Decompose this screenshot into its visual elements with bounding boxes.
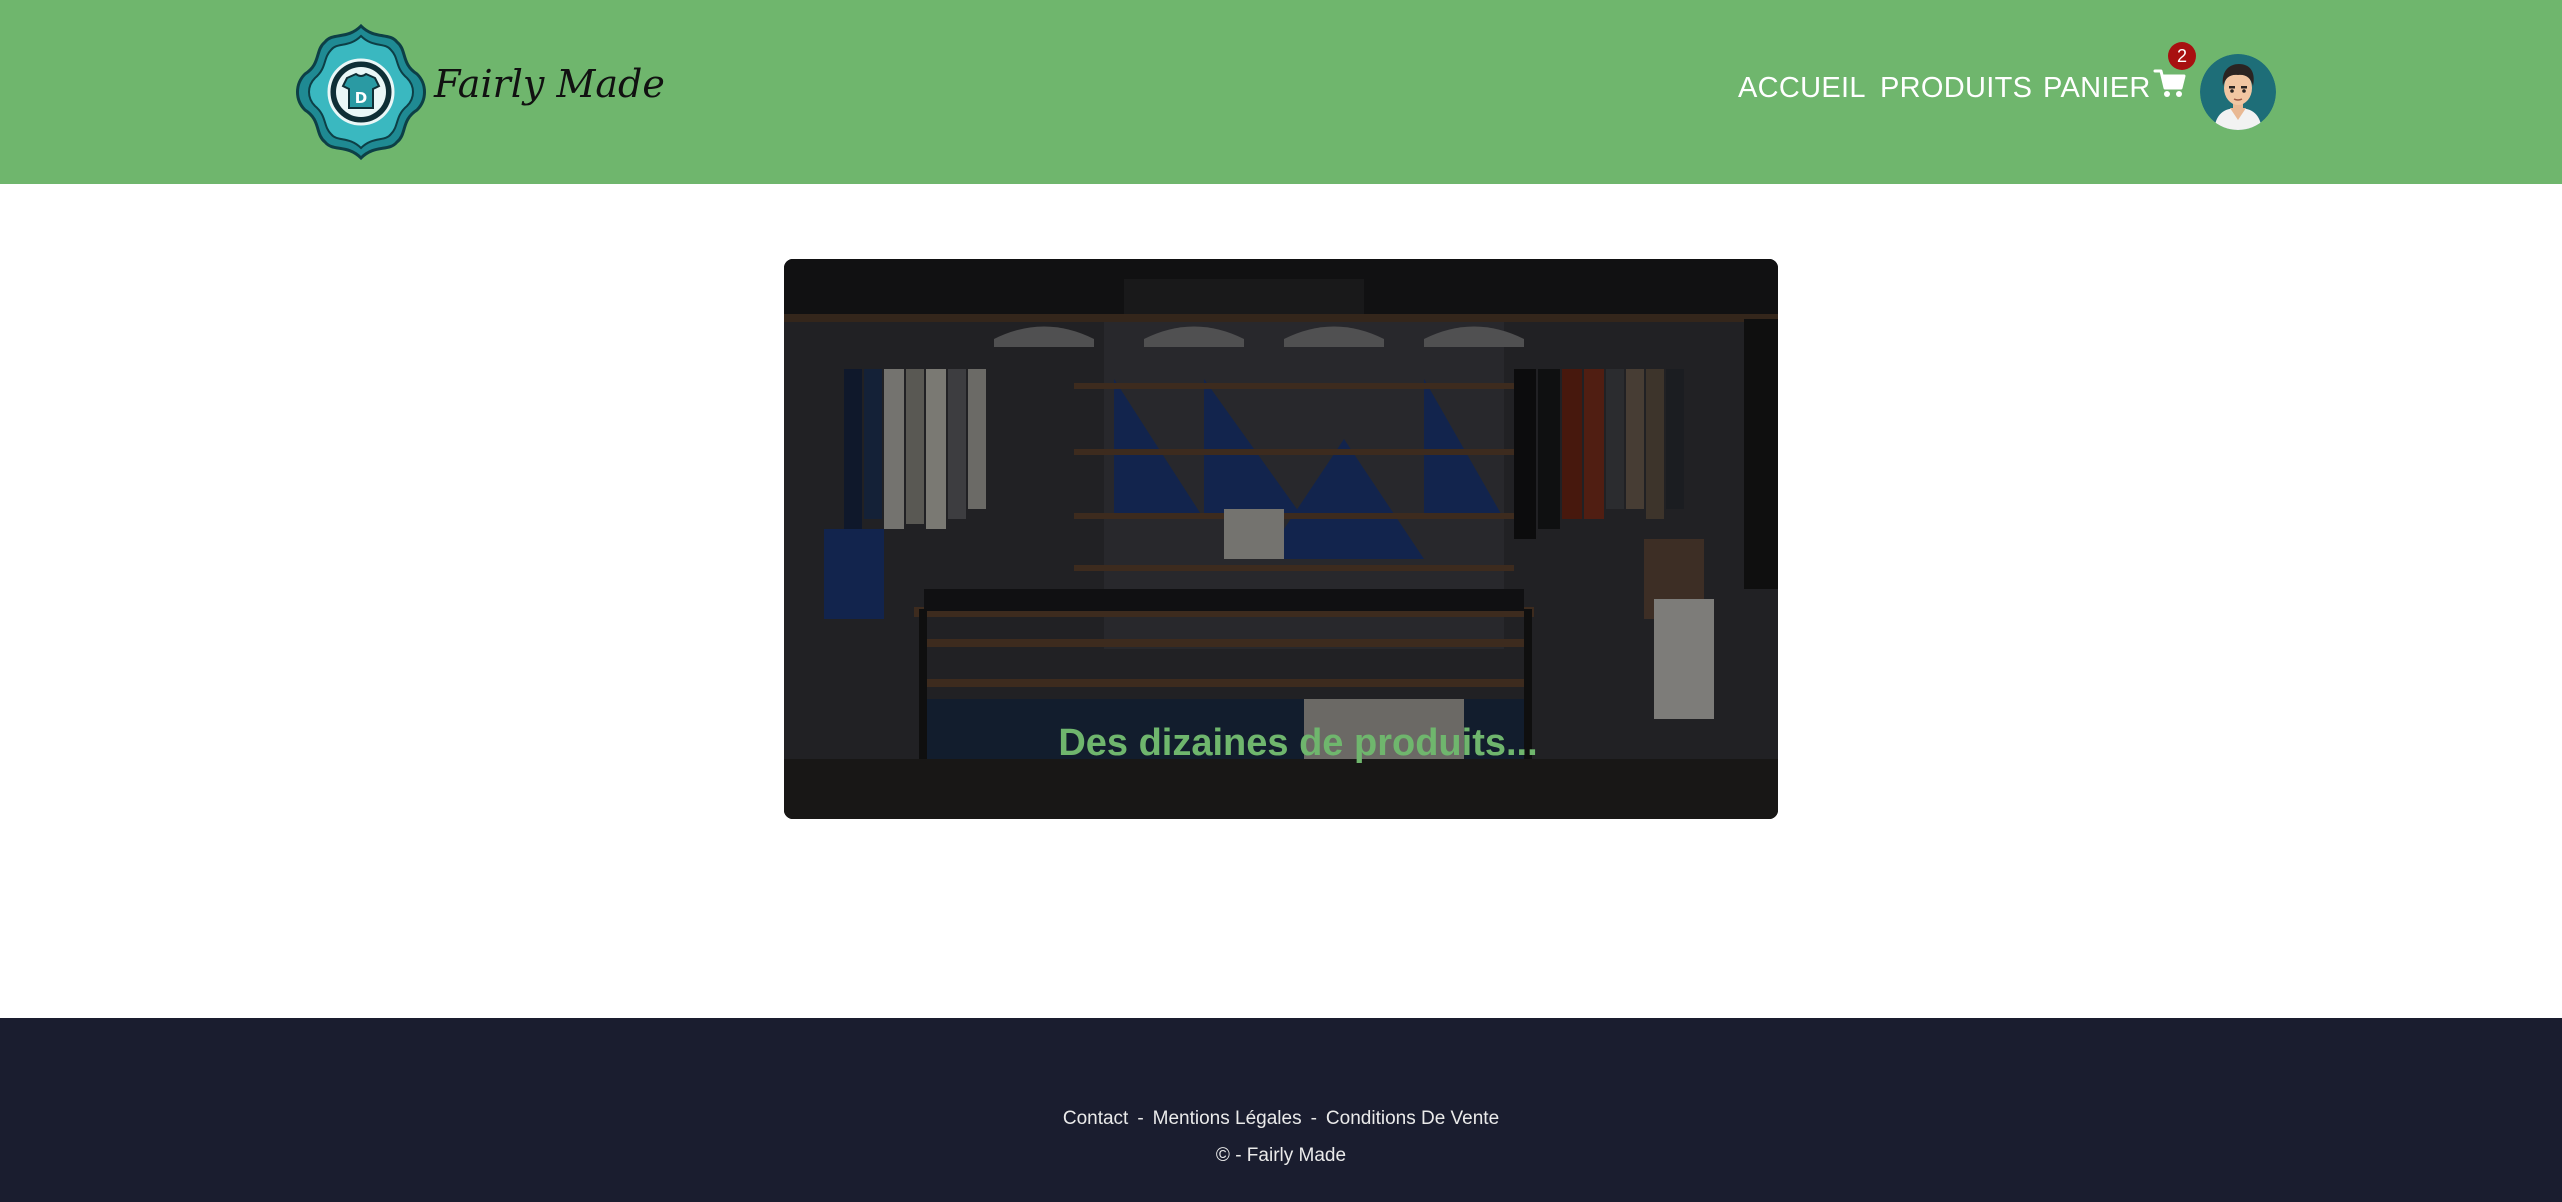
fairly-made-logo[interactable]: D: [290, 24, 432, 160]
cart-count-badge: 2: [2168, 42, 2196, 70]
brand-name[interactable]: Fairly Made: [434, 62, 665, 106]
footer-links: Contact - Mentions Légales - Conditions De V…: [0, 1108, 2562, 1130]
hero-caption-row: Des dizaines de produits...: [0, 722, 2562, 765]
footer-link-contact[interactable]: Contact: [1063, 1108, 1128, 1129]
site-header: D Fairly Made ACCUEIL PRODUITS PANIER 2: [0, 0, 2562, 184]
nav-link-cart[interactable]: PANIER: [2043, 72, 2151, 105]
footer-copyright: © - Fairly Made: [1215, 1145, 1347, 1166]
footer-link-terms-of-sale[interactable]: Conditions De Vente: [1326, 1108, 1499, 1129]
hero-caption: Des dizaines de produits...: [1058, 722, 1538, 764]
shopping-cart-icon[interactable]: [2153, 66, 2187, 100]
nav-link-home[interactable]: ACCUEIL: [1738, 72, 1866, 105]
footer-separator: -: [1137, 1108, 1144, 1129]
logo-badge-letter: D: [355, 89, 367, 107]
nav-link-products[interactable]: PRODUITS: [1880, 72, 2032, 105]
footer-separator: -: [1310, 1108, 1317, 1129]
footer-link-legal-notice[interactable]: Mentions Légales: [1153, 1108, 1302, 1129]
user-avatar[interactable]: [2200, 54, 2276, 130]
